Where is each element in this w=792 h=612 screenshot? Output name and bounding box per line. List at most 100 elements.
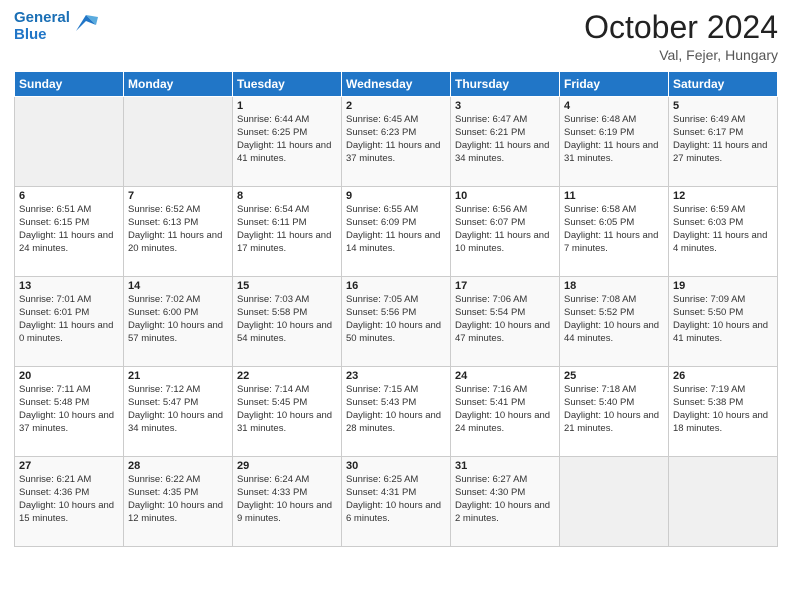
cell-sun-info: Sunrise: 7:05 AMSunset: 5:56 PMDaylight:… [346,294,446,345]
calendar-week-row: 27 Sunrise: 6:21 AMSunset: 4:36 PMDayligh… [15,457,778,547]
column-header-tuesday: Tuesday [233,72,342,97]
calendar-week-row: 20 Sunrise: 7:11 AMSunset: 5:48 PMDayligh… [15,367,778,457]
day-number: 31 [455,460,555,472]
day-number: 17 [455,280,555,292]
month-title: October 2024 [584,10,778,45]
day-number: 7 [128,190,228,202]
day-number: 18 [564,280,664,292]
cell-sun-info: Sunrise: 6:45 AMSunset: 6:23 PMDaylight:… [346,114,446,165]
calendar-cell [15,97,124,187]
cell-sun-info: Sunrise: 7:02 AMSunset: 6:00 PMDaylight:… [128,294,228,345]
calendar-cell: 31 Sunrise: 6:27 AMSunset: 4:30 PMDayligh… [451,457,560,547]
column-header-wednesday: Wednesday [342,72,451,97]
calendar-cell: 25 Sunrise: 7:18 AMSunset: 5:40 PMDayligh… [560,367,669,457]
calendar-cell [669,457,778,547]
calendar-cell: 23Sunrise: 7:15 AMSunset: 5:43 PMDayligh… [342,367,451,457]
logo-icon [72,11,98,39]
calendar-cell: 24Sunrise: 7:16 AMSunset: 5:41 PMDayligh… [451,367,560,457]
column-header-monday: Monday [124,72,233,97]
day-number: 10 [455,190,555,202]
day-number: 2 [346,100,446,112]
cell-sun-info: Sunrise: 6:25 AMSunset: 4:31 PMDaylight:… [346,474,446,525]
page-header: General Blue October 2024 Val, Fejer, H [14,10,778,63]
cell-sun-info: Sunrise: 7:16 AMSunset: 5:41 PMDaylight:… [455,384,555,435]
calendar-cell: 8 Sunrise: 6:54 AMSunset: 6:11 PMDaylight… [233,187,342,277]
calendar-table: SundayMondayTuesdayWednesdayThursdayFrid… [14,71,778,547]
cell-sun-info: Sunrise: 7:14 AMSunset: 5:45 PMDaylight:… [237,384,337,435]
calendar-cell: 16 Sunrise: 7:05 AMSunset: 5:56 PMDayligh… [342,277,451,367]
calendar-cell: 30 Sunrise: 6:25 AMSunset: 4:31 PMDayligh… [342,457,451,547]
column-header-friday: Friday [560,72,669,97]
location-text: Val, Fejer, Hungary [584,47,778,63]
cell-sun-info: Sunrise: 6:44 AMSunset: 6:25 PMDaylight:… [237,114,337,165]
calendar-week-row: 1 Sunrise: 6:44 AMSunset: 6:25 PMDaylight… [15,97,778,187]
cell-sun-info: Sunrise: 6:27 AMSunset: 4:30 PMDaylight:… [455,474,555,525]
day-number: 20 [19,370,119,382]
calendar-cell: 12Sunrise: 6:59 AMSunset: 6:03 PMDayligh… [669,187,778,277]
cell-sun-info: Sunrise: 7:09 AMSunset: 5:50 PMDaylight:… [673,294,773,345]
cell-sun-info: Sunrise: 7:12 AMSunset: 5:47 PMDaylight:… [128,384,228,435]
day-number: 15 [237,280,337,292]
logo-text: General [14,10,70,27]
calendar-cell: 29 Sunrise: 6:24 AMSunset: 4:33 PMDayligh… [233,457,342,547]
calendar-cell: 20 Sunrise: 7:11 AMSunset: 5:48 PMDayligh… [15,367,124,457]
day-number: 5 [673,100,773,112]
calendar-cell: 22 Sunrise: 7:14 AMSunset: 5:45 PMDayligh… [233,367,342,457]
calendar-cell: 3 Sunrise: 6:47 AMSunset: 6:21 PMDaylight… [451,97,560,187]
calendar-cell [560,457,669,547]
day-number: 12 [673,190,773,202]
cell-sun-info: Sunrise: 6:21 AMSunset: 4:36 PMDaylight:… [19,474,119,525]
day-number: 25 [564,370,664,382]
cell-sun-info: Sunrise: 7:15 AMSunset: 5:43 PMDaylight:… [346,384,446,435]
day-number: 6 [19,190,119,202]
calendar-cell: 2 Sunrise: 6:45 AMSunset: 6:23 PMDaylight… [342,97,451,187]
calendar-cell: 14Sunrise: 7:02 AMSunset: 6:00 PMDayligh… [124,277,233,367]
cell-sun-info: Sunrise: 7:06 AMSunset: 5:54 PMDaylight:… [455,294,555,345]
calendar-cell: 15 Sunrise: 7:03 AMSunset: 5:58 PMDayligh… [233,277,342,367]
cell-sun-info: Sunrise: 7:18 AMSunset: 5:40 PMDaylight:… [564,384,664,435]
calendar-week-row: 13Sunrise: 7:01 AMSunset: 6:01 PMDayligh… [15,277,778,367]
day-number: 22 [237,370,337,382]
cell-sun-info: Sunrise: 7:08 AMSunset: 5:52 PMDaylight:… [564,294,664,345]
day-number: 27 [19,460,119,472]
day-number: 9 [346,190,446,202]
day-number: 16 [346,280,446,292]
calendar-week-row: 6 Sunrise: 6:51 AMSunset: 6:15 PMDaylight… [15,187,778,277]
title-block: October 2024 Val, Fejer, Hungary [584,10,778,63]
cell-sun-info: Sunrise: 7:03 AMSunset: 5:58 PMDaylight:… [237,294,337,345]
day-number: 30 [346,460,446,472]
cell-sun-info: Sunrise: 7:01 AMSunset: 6:01 PMDaylight:… [19,294,119,345]
cell-sun-info: Sunrise: 6:52 AMSunset: 6:13 PMDaylight:… [128,204,228,255]
calendar-cell: 11 Sunrise: 6:58 AMSunset: 6:05 PMDayligh… [560,187,669,277]
calendar-cell: 26Sunrise: 7:19 AMSunset: 5:38 PMDayligh… [669,367,778,457]
calendar-cell: 27 Sunrise: 6:21 AMSunset: 4:36 PMDayligh… [15,457,124,547]
cell-sun-info: Sunrise: 6:24 AMSunset: 4:33 PMDaylight:… [237,474,337,525]
calendar-header-row: SundayMondayTuesdayWednesdayThursdayFrid… [15,72,778,97]
cell-sun-info: Sunrise: 6:49 AMSunset: 6:17 PMDaylight:… [673,114,773,165]
day-number: 11 [564,190,664,202]
cell-sun-info: Sunrise: 7:11 AMSunset: 5:48 PMDaylight:… [19,384,119,435]
cell-sun-info: Sunrise: 6:58 AMSunset: 6:05 PMDaylight:… [564,204,664,255]
column-header-saturday: Saturday [669,72,778,97]
cell-sun-info: Sunrise: 6:56 AMSunset: 6:07 PMDaylight:… [455,204,555,255]
day-number: 29 [237,460,337,472]
cell-sun-info: Sunrise: 6:47 AMSunset: 6:21 PMDaylight:… [455,114,555,165]
cell-sun-info: Sunrise: 6:48 AMSunset: 6:19 PMDaylight:… [564,114,664,165]
cell-sun-info: Sunrise: 7:19 AMSunset: 5:38 PMDaylight:… [673,384,773,435]
day-number: 1 [237,100,337,112]
calendar-cell: 1 Sunrise: 6:44 AMSunset: 6:25 PMDaylight… [233,97,342,187]
calendar-page: General Blue October 2024 Val, Fejer, H [0,0,792,612]
calendar-cell: 19Sunrise: 7:09 AMSunset: 5:50 PMDayligh… [669,277,778,367]
calendar-cell: 5 Sunrise: 6:49 AMSunset: 6:17 PMDaylight… [669,97,778,187]
calendar-cell: 13Sunrise: 7:01 AMSunset: 6:01 PMDayligh… [15,277,124,367]
calendar-cell: 28Sunrise: 6:22 AMSunset: 4:35 PMDayligh… [124,457,233,547]
day-number: 3 [455,100,555,112]
calendar-cell: 18 Sunrise: 7:08 AMSunset: 5:52 PMDayligh… [560,277,669,367]
day-number: 8 [237,190,337,202]
column-header-sunday: Sunday [15,72,124,97]
day-number: 4 [564,100,664,112]
cell-sun-info: Sunrise: 6:54 AMSunset: 6:11 PMDaylight:… [237,204,337,255]
cell-sun-info: Sunrise: 6:55 AMSunset: 6:09 PMDaylight:… [346,204,446,255]
cell-sun-info: Sunrise: 6:51 AMSunset: 6:15 PMDaylight:… [19,204,119,255]
calendar-cell: 10 Sunrise: 6:56 AMSunset: 6:07 PMDayligh… [451,187,560,277]
